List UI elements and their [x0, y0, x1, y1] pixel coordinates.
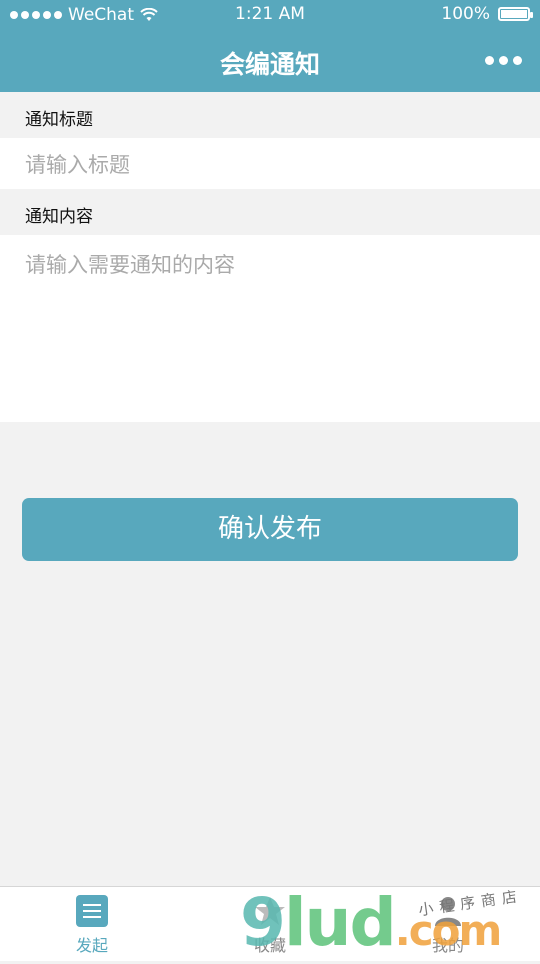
- battery-percent: 100%: [441, 4, 490, 24]
- navigation-bar: 会编通知: [0, 30, 540, 92]
- content-label: 通知内容: [25, 207, 93, 227]
- title-label-row: 通知标题: [0, 92, 540, 138]
- page-title: 会编通知: [219, 50, 320, 79]
- tab-launch[interactable]: 发起: [2, 887, 182, 961]
- confirm-publish-button[interactable]: 确认发布: [22, 498, 518, 561]
- more-menu-icon[interactable]: [485, 56, 522, 65]
- battery-icon: [498, 7, 533, 21]
- status-bar: WeChat 1:21 AM 100%: [0, 0, 540, 30]
- tab-label: 发起: [75, 936, 108, 955]
- content-textarea[interactable]: [25, 249, 515, 409]
- content-label-row: 通知内容: [0, 189, 540, 235]
- list-icon: [76, 895, 108, 927]
- title-label: 通知标题: [25, 110, 93, 130]
- battery-group: 100%: [441, 4, 533, 24]
- title-input[interactable]: [25, 151, 515, 179]
- content-field-container: [0, 235, 540, 422]
- title-field-container: [0, 138, 540, 189]
